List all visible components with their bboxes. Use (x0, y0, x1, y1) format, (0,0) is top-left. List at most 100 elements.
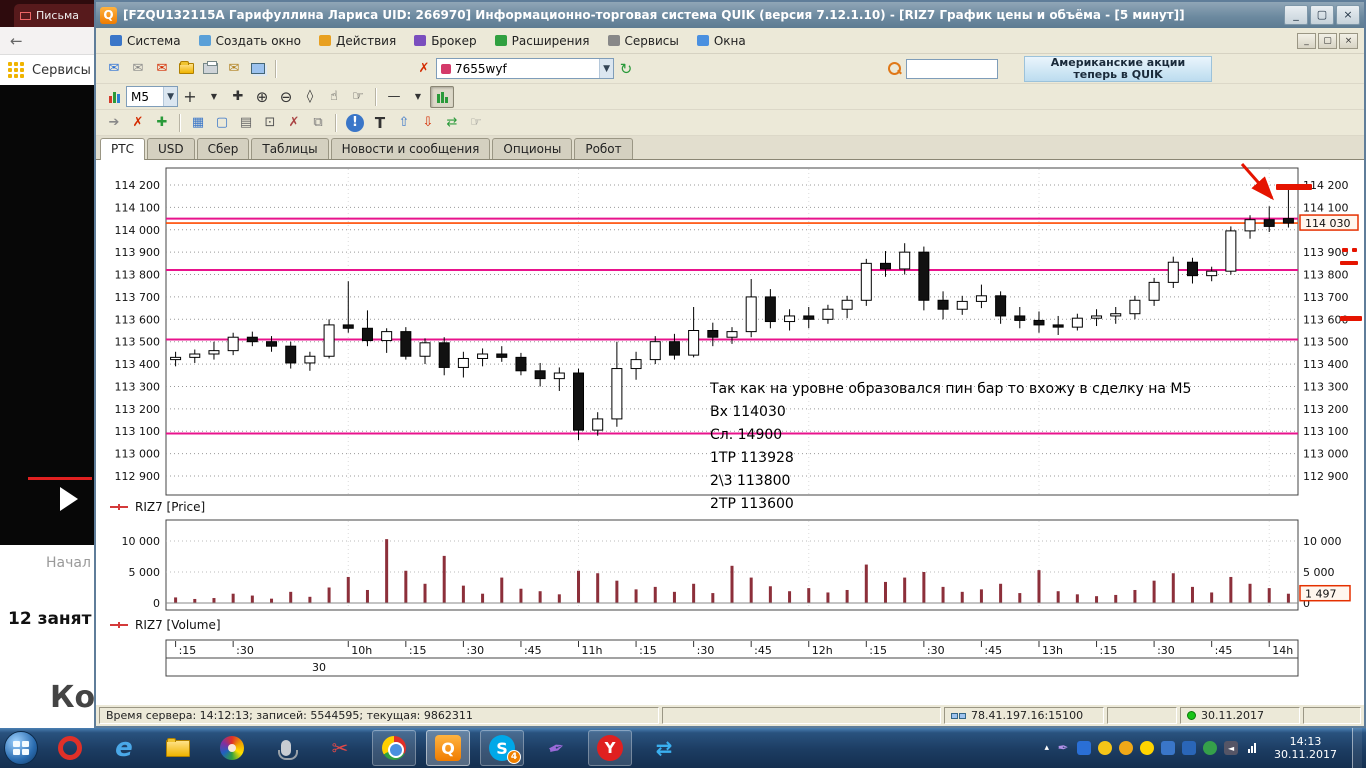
pan-tool-icon[interactable]: ☞ (346, 86, 370, 108)
tray-app5-icon[interactable] (1182, 741, 1197, 755)
refresh-icon[interactable]: ↻ (614, 58, 638, 80)
tray-pen-icon[interactable]: ✒ (1056, 741, 1070, 756)
zoom-out-icon[interactable]: ⊖ (274, 86, 298, 108)
chevron-down-icon[interactable]: ▼ (599, 59, 613, 78)
tray-app4-icon[interactable] (1161, 741, 1176, 755)
move-tool-icon[interactable]: ✚ (226, 86, 250, 108)
dropdown-icon[interactable]: ▼ (202, 86, 226, 108)
menu-broker[interactable]: Брокер (406, 31, 484, 51)
minimize-button[interactable]: _ (1284, 5, 1308, 25)
tab-robot[interactable]: Робот (574, 138, 633, 159)
list-window-icon[interactable]: ▤ (234, 112, 258, 134)
network-tray-icon[interactable] (1245, 741, 1259, 755)
browser-tab-mail[interactable]: Письма (14, 4, 100, 27)
menu-extensions[interactable]: Расширения (487, 31, 598, 51)
promo-banner[interactable]: Американские акции теперь в QUIK (1024, 55, 1212, 82)
desktop: Письма ← Сервисы Начал 12 занят Ко Q [FZ… (0, 0, 1366, 768)
mail-alert-icon[interactable]: ✉ (150, 58, 174, 80)
line-dropdown-icon[interactable]: ▼ (406, 86, 430, 108)
grid-window-icon[interactable]: ▦ (186, 112, 210, 134)
svg-text:12h: 12h (812, 644, 833, 657)
taskbar-recorder[interactable] (264, 730, 308, 766)
chart-type-icon[interactable] (102, 86, 126, 108)
taskbar-clock[interactable]: 14:13 30.11.2017 (1266, 735, 1345, 761)
tab-usd[interactable]: USD (146, 138, 195, 159)
svg-text::30: :30 (236, 644, 254, 657)
chevron-down-icon[interactable]: ▼ (163, 87, 177, 106)
video-player[interactable] (0, 85, 100, 545)
timeframe-combo[interactable]: M5 ▼ (126, 86, 178, 107)
back-icon[interactable]: ← (10, 32, 23, 50)
delete-chart-icon[interactable]: ✗ (126, 112, 150, 134)
svg-text:113 400: 113 400 (115, 358, 161, 371)
menu-create-window[interactable]: Создать окно (191, 31, 309, 51)
taskbar-yandex[interactable]: Y (588, 730, 632, 766)
hands-swap-icon[interactable]: ⇄ (440, 112, 464, 134)
cards-icon[interactable] (246, 58, 270, 80)
mdi-restore-button[interactable]: ▢ (1318, 32, 1337, 49)
services-row[interactable]: Сервисы (0, 55, 100, 85)
account-combo[interactable]: 7655wyf ▼ (436, 58, 614, 79)
remove-series-icon[interactable]: ✗ (282, 112, 306, 134)
play-icon[interactable] (60, 487, 78, 511)
taskbar-pen-app[interactable]: ✒ (534, 730, 578, 766)
menu-system[interactable]: Система (102, 31, 189, 51)
detach-icon[interactable]: ➔ (102, 112, 126, 134)
show-desktop-button[interactable] (1352, 728, 1362, 768)
maximize-button[interactable]: ▢ (1310, 5, 1334, 25)
tab-news[interactable]: Новости и сообщения (330, 138, 491, 159)
mdi-close-button[interactable]: × (1339, 32, 1358, 49)
tab-options[interactable]: Опционы (492, 138, 573, 159)
find-in-chart-icon[interactable]: ⊡ (258, 112, 282, 134)
zoom-in-icon[interactable]: ⊕ (250, 86, 274, 108)
window-titlebar[interactable]: Q [FZQU132115A Гарифуллина Лариса UID: 2… (96, 2, 1364, 28)
grab-icon[interactable]: ☞ (464, 112, 488, 134)
bluetooth-icon[interactable] (1077, 741, 1092, 755)
alert-icon[interactable]: ! (346, 113, 364, 132)
taskbar-ie[interactable]: e (102, 730, 146, 766)
add-table-icon[interactable]: ✚ (150, 112, 174, 134)
envelope-icon[interactable]: ✉ (222, 58, 246, 80)
search-input[interactable] (906, 58, 998, 79)
eraser-icon[interactable]: ◊ (298, 86, 322, 108)
candles-style-icon[interactable] (430, 85, 454, 108)
printer-icon[interactable] (198, 58, 222, 80)
folders-icon[interactable] (174, 58, 198, 80)
taskbar-chrome[interactable] (372, 730, 416, 766)
menu-services[interactable]: Сервисы (600, 31, 687, 51)
taskbar-paint[interactable] (210, 730, 254, 766)
taskbar-opera[interactable] (48, 730, 92, 766)
pointer-tool-icon[interactable]: ☝ (322, 86, 346, 108)
chart-window-icon[interactable]: ▢ (210, 112, 234, 134)
taskbar-quik[interactable]: Q (426, 730, 470, 766)
start-button[interactable] (4, 731, 38, 765)
menu-actions[interactable]: Действия (311, 31, 404, 51)
volume-icon[interactable]: ◄ (1224, 741, 1239, 755)
taskbar-snip[interactable]: ✂ (318, 730, 362, 766)
copy-chart-icon[interactable]: ⧉ (306, 112, 330, 134)
tab-sber[interactable]: Сбер (196, 138, 250, 159)
tray-app1-icon[interactable] (1098, 741, 1113, 755)
taskbar-sync-app[interactable]: ⇄ (642, 730, 686, 766)
client-filter-icon[interactable]: ✗ (412, 58, 436, 80)
taskbar-skype[interactable]: S 4 (480, 730, 524, 766)
tab-tables[interactable]: Таблицы (251, 138, 329, 159)
line-tool-icon[interactable]: — (382, 86, 406, 108)
tray-app2-icon[interactable] (1119, 741, 1134, 755)
hand-up-icon[interactable]: ⇧ (392, 112, 416, 134)
tray-chevron-icon[interactable]: ▴ (1044, 743, 1049, 753)
mail-open-icon[interactable]: ✉ (126, 58, 150, 80)
system-tray: ▴ ✒ ◄ 14:13 30.11.2017 (1044, 728, 1362, 768)
tab-rts[interactable]: РТС (100, 138, 145, 160)
mdi-minimize-button[interactable]: _ (1297, 32, 1316, 49)
tray-app3-icon[interactable] (1140, 741, 1155, 755)
phone-icon[interactable] (1203, 741, 1218, 755)
taskbar-explorer[interactable] (156, 730, 200, 766)
add-icon[interactable]: + (178, 86, 202, 108)
mail-compose-icon[interactable]: ✉ (102, 58, 126, 80)
close-button[interactable]: × (1336, 5, 1360, 25)
menu-windows[interactable]: Окна (689, 31, 754, 51)
svg-text::30: :30 (697, 644, 715, 657)
hand-down-icon[interactable]: ⇩ (416, 112, 440, 134)
text-tool-icon[interactable]: T (368, 112, 392, 134)
